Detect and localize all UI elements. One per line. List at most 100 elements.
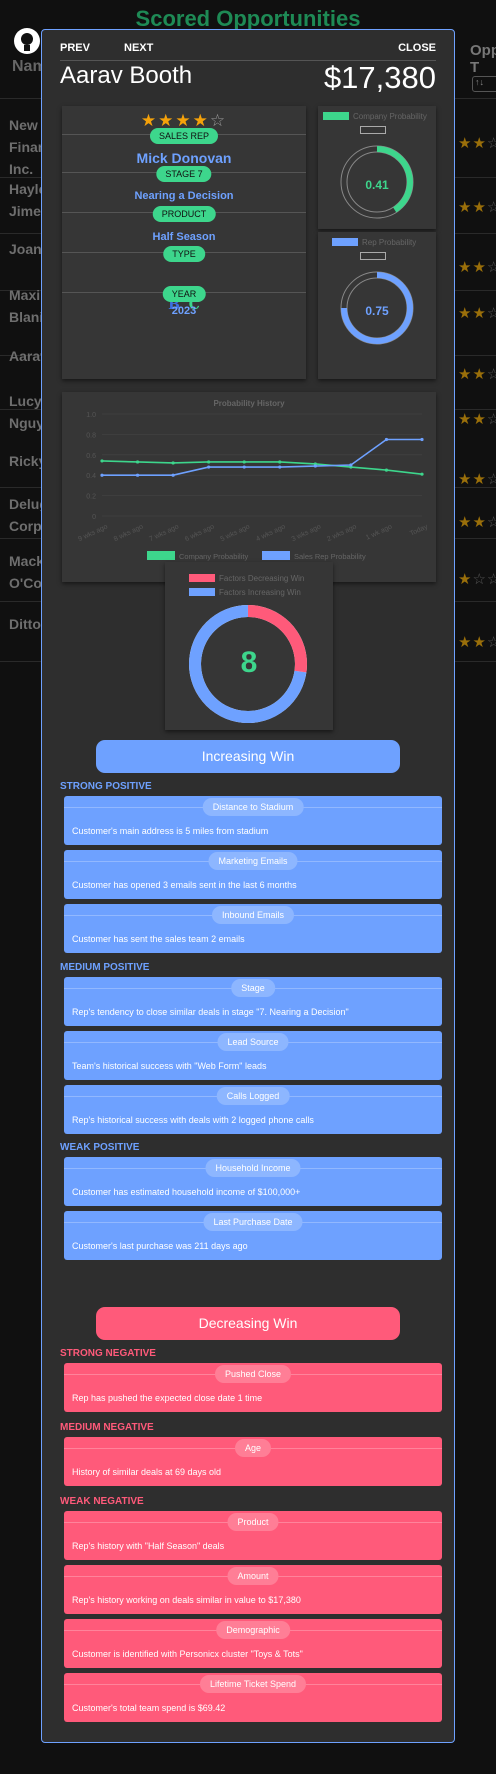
factor-tag: Last Purchase Date bbox=[203, 1213, 303, 1231]
data-point bbox=[207, 465, 211, 469]
factor-tag: Lifetime Ticket Spend bbox=[199, 1675, 307, 1693]
decreasing-win-button[interactable]: Decreasing Win bbox=[96, 1307, 400, 1340]
data-point bbox=[349, 463, 353, 467]
factor-tag: Product bbox=[227, 1513, 279, 1531]
factor-description: Rep's tendency to close similar deals in… bbox=[72, 1007, 349, 1017]
factor-card[interactable]: Pushed Close Rep has pushed the expected … bbox=[64, 1363, 442, 1412]
data-point bbox=[135, 460, 140, 464]
factors-count: 8 bbox=[240, 646, 258, 679]
row-rating-stars: ★★☆ bbox=[458, 634, 496, 651]
factor-tag: Demographic bbox=[216, 1621, 290, 1639]
data-point bbox=[100, 459, 104, 463]
legend-label: Company Probability bbox=[179, 552, 248, 561]
data-point bbox=[171, 461, 175, 465]
factor-tag: Distance to Stadium bbox=[202, 798, 304, 816]
factor-tag: Marketing Emails bbox=[208, 852, 298, 870]
factor-group-heading: STRONG POSITIVE bbox=[60, 781, 152, 792]
app-logo-icon[interactable] bbox=[14, 28, 40, 54]
y-tick-label: 0.6 bbox=[86, 453, 96, 460]
factor-description: Customer is identified with Personicx cl… bbox=[72, 1649, 303, 1659]
prev-button[interactable]: PREV bbox=[60, 42, 90, 54]
type-label: TYPE bbox=[163, 246, 205, 262]
next-button[interactable]: NEXT bbox=[124, 42, 153, 54]
factor-card[interactable]: Demographic Customer is identified with P… bbox=[64, 1619, 442, 1668]
factor-card[interactable]: Distance to Stadium Customer's main addre… bbox=[64, 796, 442, 845]
x-tick-label: 5 wks ago bbox=[220, 523, 252, 543]
factors-card: Factors Decreasing Win Factors Increasin… bbox=[165, 562, 333, 730]
factor-group-heading: STRONG NEGATIVE bbox=[60, 1348, 156, 1359]
factor-tag: Stage bbox=[231, 979, 275, 997]
factor-tag: Age bbox=[234, 1439, 272, 1457]
row-rating-stars: ★★☆ bbox=[458, 199, 496, 216]
factor-card[interactable]: Marketing Emails Customer has opened 3 em… bbox=[64, 850, 442, 899]
factor-card[interactable]: Age History of similar deals at 69 days o… bbox=[64, 1437, 442, 1486]
customer-name: Aarav Booth bbox=[60, 62, 193, 89]
factor-description: Customer's main address is 5 miles from … bbox=[72, 826, 269, 836]
x-tick-label: 1 wk ago bbox=[365, 523, 393, 541]
factor-tag: Amount bbox=[227, 1567, 279, 1585]
factor-card[interactable]: Stage Rep's tendency to close similar dea… bbox=[64, 977, 442, 1026]
factor-card[interactable]: Last Purchase Date Customer's last purcha… bbox=[64, 1211, 442, 1260]
factor-tag: Household Income bbox=[205, 1159, 301, 1177]
rep-probability-legend: Rep Probability bbox=[362, 238, 417, 247]
deal-info-panel: ★★★★☆ SALES REP Mick Donovan STAGE 7 Nea… bbox=[62, 106, 306, 379]
sort-control[interactable]: ↑↓ bbox=[472, 76, 496, 92]
factor-description: History of similar deals at 69 days old bbox=[72, 1467, 222, 1477]
y-tick-label: 0.4 bbox=[86, 473, 96, 480]
factor-card[interactable]: Amount Rep's history working on deals sim… bbox=[64, 1565, 442, 1614]
data-point bbox=[384, 437, 389, 442]
factor-description: Customer has estimated household income … bbox=[72, 1187, 301, 1197]
factor-description: Team's historical success with "Web Form… bbox=[72, 1061, 267, 1071]
data-point bbox=[207, 460, 211, 464]
column-header-opp[interactable]: Opp T bbox=[470, 42, 496, 76]
company-probability-legend: Company Probability bbox=[353, 112, 427, 121]
x-tick-label: 7 wks ago bbox=[148, 523, 180, 543]
data-point bbox=[171, 473, 175, 477]
factor-card[interactable]: Lead Source Team's historical success wit… bbox=[64, 1031, 442, 1080]
factor-group-heading: WEAK NEGATIVE bbox=[60, 1496, 144, 1507]
x-tick-label: 3 wks ago bbox=[291, 523, 323, 543]
data-point bbox=[420, 472, 424, 476]
data-point bbox=[242, 460, 246, 464]
modal-nav: PREV NEXT CLOSE bbox=[60, 42, 436, 61]
factor-description: Customer has opened 3 emails sent in the… bbox=[72, 880, 297, 890]
factor-description: Rep's historical success with deals with… bbox=[72, 1115, 314, 1125]
rep-probability-card: Rep Probability 0.75 bbox=[318, 232, 436, 379]
factor-group-heading: MEDIUM NEGATIVE bbox=[60, 1422, 154, 1433]
row-rating-stars: ★★☆ bbox=[458, 259, 496, 276]
sales-rep-label: SALES REP bbox=[149, 128, 219, 144]
factor-card[interactable]: Inbound Emails Customer has sent the sale… bbox=[64, 904, 442, 953]
opportunity-detail-modal: PREV NEXT CLOSE Aarav Booth $17,380 ★★★★… bbox=[41, 29, 455, 1743]
x-tick-label: 2 wks ago bbox=[326, 523, 358, 543]
factor-description: Rep's history with "Half Season" deals bbox=[72, 1541, 225, 1551]
row-rating-stars: ★★☆ bbox=[458, 305, 496, 322]
factor-card[interactable]: Household Income Customer has estimated h… bbox=[64, 1157, 442, 1206]
rep-probability-value: 0.75 bbox=[365, 304, 389, 318]
factor-card[interactable]: Lifetime Ticket Spend Customer's total te… bbox=[64, 1673, 442, 1722]
factor-card[interactable]: Calls Logged Rep's historical success wit… bbox=[64, 1085, 442, 1134]
legend-label: Sales Rep Probability bbox=[294, 552, 366, 561]
x-tick-label: 8 wks ago bbox=[113, 523, 145, 543]
data-point bbox=[278, 460, 282, 464]
y-tick-label: 0 bbox=[92, 514, 96, 521]
x-tick-label: Today bbox=[409, 523, 429, 537]
legend-swatch bbox=[323, 112, 349, 120]
product-value: Half Season bbox=[152, 231, 216, 243]
series-line-1 bbox=[102, 438, 422, 476]
y-tick-label: 0.2 bbox=[86, 494, 96, 501]
data-point bbox=[313, 464, 317, 468]
legend-box bbox=[360, 252, 386, 260]
factor-group-heading: MEDIUM POSITIVE bbox=[60, 962, 150, 973]
factor-card[interactable]: Product Rep's history with "Half Season" … bbox=[64, 1511, 442, 1560]
factor-description: Rep has pushed the expected close date 1… bbox=[72, 1393, 263, 1403]
legend-box bbox=[360, 126, 386, 134]
probability-history-chart: Probability History 0 0.2 0.4 0.6 0.8 1.0 9 wks… bbox=[77, 399, 429, 561]
increasing-win-button[interactable]: Increasing Win bbox=[96, 740, 400, 773]
legend-swatch bbox=[147, 551, 175, 560]
x-tick-label: 6 wks ago bbox=[184, 523, 216, 543]
probability-history-card: Probability History 0 0.2 0.4 0.6 0.8 1.0 9 wks… bbox=[62, 392, 436, 582]
factor-tag: Calls Logged bbox=[216, 1087, 290, 1105]
row-rating-stars: ★★☆ bbox=[458, 135, 496, 152]
x-tick-label: 4 wks ago bbox=[255, 523, 287, 543]
close-button[interactable]: CLOSE bbox=[398, 42, 436, 54]
